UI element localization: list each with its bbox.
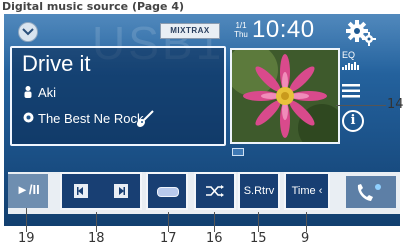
repeat-icon <box>157 187 179 197</box>
callout-leader-9 <box>306 212 307 232</box>
progress-marker <box>232 148 244 156</box>
play-pause-button[interactable]: ►/II <box>8 174 48 208</box>
callout-17: 17 <box>160 231 177 246</box>
eq-button[interactable]: EQ <box>342 50 355 60</box>
head-unit-screen: USB1 MIXTRAX 1/1 Thu 10:40 Drive it Aki <box>4 14 400 226</box>
list-icon[interactable] <box>342 84 360 98</box>
artist-name: Aki <box>38 85 57 100</box>
guitar-icon <box>136 110 154 128</box>
time-button[interactable]: Time ‹ <box>284 172 330 210</box>
info-icon[interactable]: i <box>342 110 364 132</box>
callout-16: 16 <box>206 231 223 246</box>
sound-retriever-button[interactable]: S.Rtrv <box>238 172 280 210</box>
eq-bars-icon <box>342 62 359 70</box>
callout-14: 14 <box>387 97 404 112</box>
disc-icon <box>23 112 34 123</box>
page-caption: Digital music source (Page 4) <box>2 0 185 13</box>
play-pause-label: ►/II <box>16 182 40 197</box>
settings-gear-icon[interactable] <box>346 20 376 46</box>
shuffle-icon <box>206 185 224 197</box>
date-display: 1/1 Thu <box>232 21 250 39</box>
callout-9: 9 <box>301 231 310 246</box>
phone-button[interactable] <box>346 176 396 208</box>
callout-leader-14 <box>336 105 386 106</box>
track-skip-group <box>60 172 142 210</box>
callout-leader-17 <box>168 212 169 232</box>
clock-display: 10:40 <box>252 16 315 43</box>
callout-15: 15 <box>250 231 267 246</box>
phone-icon <box>357 184 381 201</box>
repeat-button[interactable] <box>146 172 188 210</box>
callout-leader-16 <box>214 212 215 232</box>
collapse-button[interactable] <box>18 22 38 42</box>
shuffle-button[interactable] <box>194 172 236 210</box>
callout-18: 18 <box>88 231 105 246</box>
mixtrax-button[interactable]: MIXTRAX <box>160 23 220 39</box>
skip-next-icon[interactable] <box>114 184 128 198</box>
track-title: Drive it <box>22 51 91 76</box>
date-day: 1/1 <box>235 21 247 30</box>
callout-leader-19 <box>26 208 27 232</box>
album-art <box>230 48 340 144</box>
date-weekday: Thu <box>234 30 248 39</box>
chevron-down-icon <box>22 28 34 36</box>
callout-19: 19 <box>18 231 35 246</box>
callout-leader-18 <box>96 212 97 232</box>
album-name: The Best Ne Rock <box>38 111 144 126</box>
person-icon <box>24 86 32 98</box>
callout-leader-15 <box>258 212 259 232</box>
skip-prev-icon[interactable] <box>74 184 88 198</box>
